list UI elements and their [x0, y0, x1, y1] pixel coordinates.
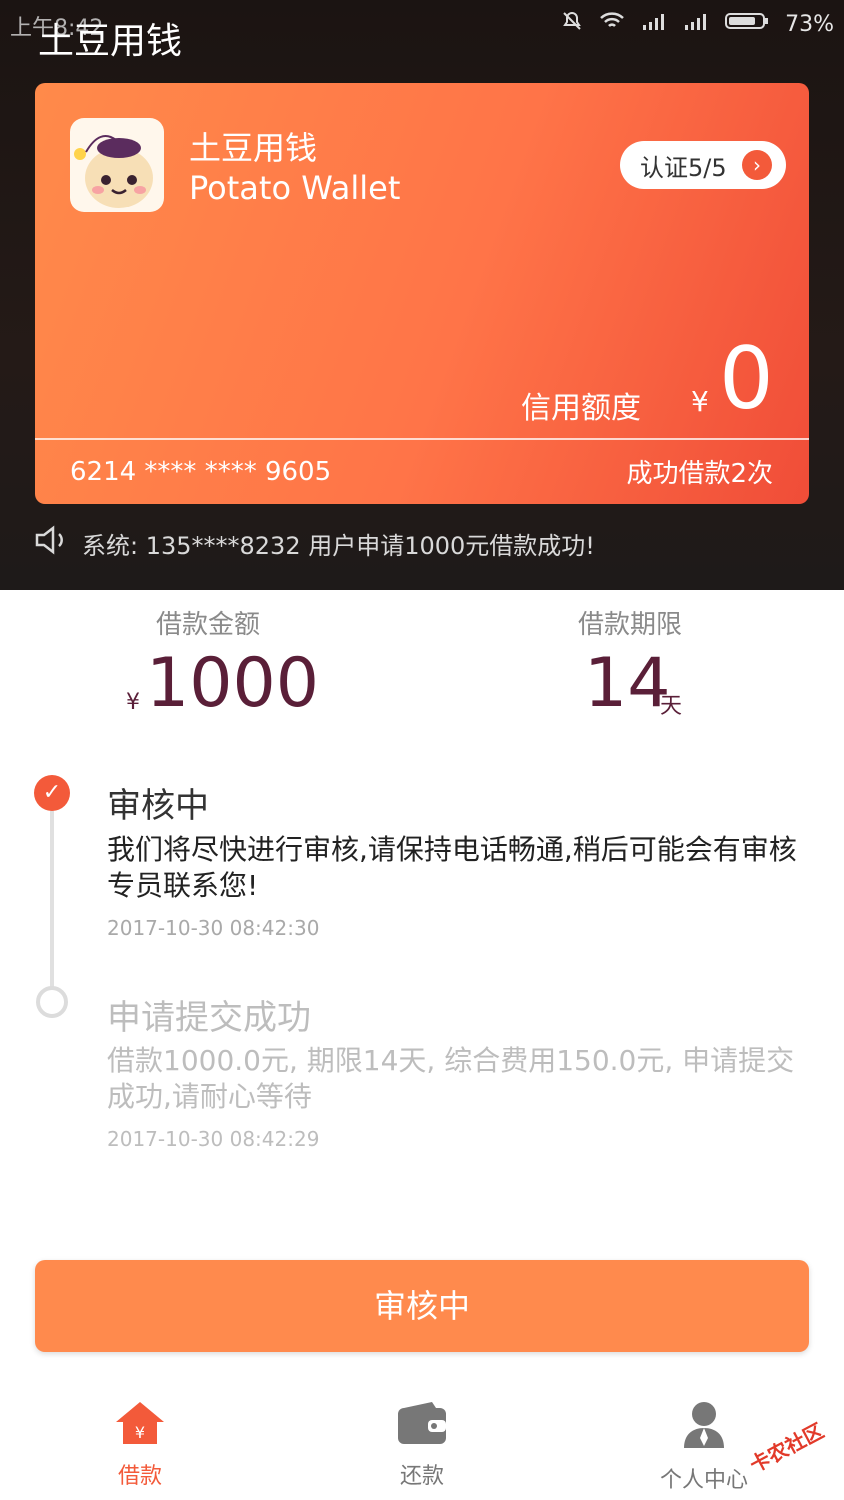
brand-name-cn: 土豆用钱	[189, 129, 318, 167]
chevron-right-icon: ›	[742, 150, 772, 180]
timeline-step-time: 2017-10-30 08:42:30	[107, 916, 320, 940]
header-banner: 上午8:42 73% 土豆用钱 土豆用钱 Potato Wallet 认证5/5…	[0, 0, 844, 590]
notice-text: 系统: 135****8232 用户申请1000元借款成功!	[82, 531, 595, 560]
certification-button[interactable]: 认证5/5 ›	[620, 141, 786, 189]
pending-circle-icon	[36, 986, 68, 1018]
timeline-step-title: 审核中	[107, 786, 209, 826]
certification-label: 认证5/5	[640, 153, 727, 182]
credit-card-panel: 土豆用钱 Potato Wallet 认证5/5 › 信用额度 ¥ 0 6214…	[35, 83, 809, 504]
timeline-step-title: 申请提交成功	[107, 998, 311, 1038]
mute-icon	[561, 10, 583, 38]
battery-level: 73%	[785, 11, 834, 37]
tab-label: 个人中心	[659, 1468, 748, 1493]
review-status-button[interactable]: 审核中	[35, 1260, 809, 1352]
tab-label: 借款	[117, 1464, 162, 1489]
signal-icon-2	[683, 11, 709, 37]
credit-limit-label: 信用额度	[521, 391, 641, 426]
status-icons: 73%	[561, 10, 834, 38]
loan-term-label: 借款期限	[578, 610, 683, 640]
check-icon: ✓	[34, 775, 70, 811]
loan-term-unit: 天	[660, 694, 683, 719]
card-divider	[35, 438, 809, 440]
credit-limit-value: 0	[719, 329, 774, 429]
svg-text:¥: ¥	[135, 1423, 145, 1442]
signal-icon	[641, 11, 667, 37]
timeline-line	[50, 808, 54, 998]
battery-icon	[725, 11, 769, 37]
credit-currency: ¥	[691, 385, 709, 418]
timeline-step-desc: 我们将尽快进行审核,请保持电话畅通,稍后可能会有审核专员联系您!	[107, 833, 797, 902]
tab-label: 还款	[399, 1464, 444, 1489]
timeline-step-time: 2017-10-30 08:42:29	[107, 1127, 320, 1151]
loan-term-value: 14	[584, 644, 671, 723]
brand-name-en: Potato Wallet	[189, 169, 401, 207]
system-notice: 系统: 135****8232 用户申请1000元借款成功!	[34, 525, 595, 561]
loan-amount-label: 借款金额	[156, 610, 261, 640]
bank-card-number: 6214 **** **** 9605	[70, 457, 332, 487]
tab-repay[interactable]: 还款	[342, 1400, 502, 1490]
loan-amount-currency: ¥	[126, 690, 140, 715]
timeline-step-desc: 借款1000.0元, 期限14天, 综合费用150.0元, 申请提交成功,请耐心…	[107, 1044, 795, 1113]
wifi-icon	[599, 11, 625, 37]
app-logo	[70, 118, 164, 212]
app-title: 土豆用钱	[38, 21, 183, 62]
loan-amount-value: 1000	[146, 644, 320, 723]
speaker-icon	[34, 525, 70, 561]
home-yen-icon: ¥	[60, 1400, 220, 1452]
tab-loan[interactable]: ¥ 借款	[60, 1400, 220, 1490]
loan-count-text: 成功借款2次	[626, 459, 773, 489]
wallet-icon	[342, 1400, 502, 1452]
